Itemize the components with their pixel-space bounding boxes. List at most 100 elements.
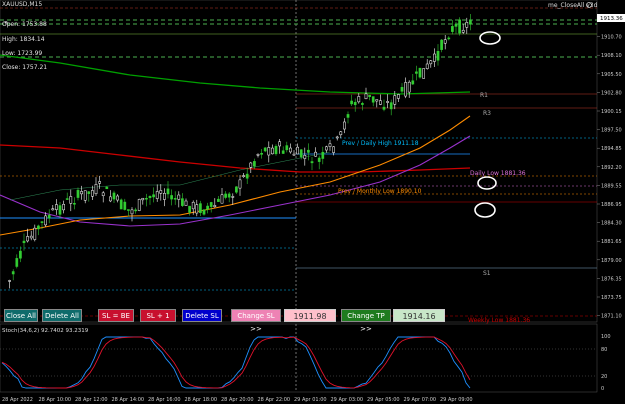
daily-low-label: Daily Low 1881.36 xyxy=(470,170,526,177)
candle-body xyxy=(440,39,443,50)
candle-body xyxy=(173,198,177,200)
candle-body xyxy=(375,99,379,102)
candle-body xyxy=(199,203,202,213)
candle-body xyxy=(80,191,83,195)
candle-body xyxy=(321,151,325,159)
candle-body xyxy=(368,94,371,97)
candle-body xyxy=(253,161,256,167)
candle-body xyxy=(62,204,65,211)
time-tick-label: 28 Apr 20:00 xyxy=(221,397,254,403)
candle-body xyxy=(425,63,429,69)
time-tick-label: 29 Apr 01:00 xyxy=(294,397,327,403)
delete-all-button[interactable]: Delete All xyxy=(42,309,82,322)
price-tick-label: 1871.10 xyxy=(601,314,622,320)
stoch-tick-label: 0 xyxy=(601,386,604,392)
candle-body xyxy=(343,121,346,130)
price-tick-label: 1873.75 xyxy=(601,295,622,301)
sl-value-field[interactable]: 1911.98 xyxy=(284,309,336,322)
candle-body xyxy=(389,102,393,110)
candle-body xyxy=(382,106,386,110)
candle-body xyxy=(231,196,235,198)
delete-sl-button[interactable]: Delete SL xyxy=(182,309,222,322)
candle-body xyxy=(94,184,98,194)
candle-body xyxy=(299,149,303,158)
candle-body xyxy=(148,195,152,198)
candle-body xyxy=(76,189,80,198)
time-tick-label: 28 Apr 10:00 xyxy=(39,397,72,403)
candle-body xyxy=(458,19,461,34)
price-tick-label: 1905.50 xyxy=(601,72,622,78)
candle-body xyxy=(400,87,404,92)
candle-body xyxy=(65,198,69,200)
candle-body xyxy=(40,221,44,223)
time-tick-label: 28 Apr 18:00 xyxy=(185,397,218,403)
candle-body xyxy=(19,250,22,259)
s1-label: S1 xyxy=(483,270,491,277)
price-tick-label: 1876.35 xyxy=(601,276,622,282)
candle-body xyxy=(451,26,454,32)
change-sl-button[interactable]: Change SL >> xyxy=(231,309,281,333)
candle-body xyxy=(112,192,116,200)
weekly-low-label: Weekly Low 1881.36 xyxy=(468,317,530,324)
candle-body xyxy=(137,199,141,211)
candle-body xyxy=(447,37,451,40)
candle-body xyxy=(184,200,188,206)
candle-body xyxy=(357,96,361,103)
candle-body xyxy=(325,146,328,151)
candle-body xyxy=(159,190,163,194)
change-tp-button[interactable]: Change TP >> xyxy=(341,309,391,333)
candle-body xyxy=(339,131,343,136)
candle-body xyxy=(415,71,418,74)
candle-body xyxy=(69,196,73,204)
candle-body xyxy=(91,190,94,197)
price-tick-label: 1884.30 xyxy=(601,221,622,227)
stoch-tick-label: 100 xyxy=(601,334,611,340)
candle-body xyxy=(134,209,137,212)
candle-body xyxy=(73,203,76,205)
candle-body xyxy=(235,186,238,193)
price-tick-label: 1894.85 xyxy=(601,146,622,152)
candle-body xyxy=(469,20,472,25)
time-tick-label: 29 Apr 05:00 xyxy=(367,397,400,403)
candle-body xyxy=(271,147,274,155)
candle-body xyxy=(328,143,332,147)
candle-body xyxy=(44,215,47,226)
candle-body xyxy=(386,101,389,103)
chart-canvas[interactable]: 1910.70 1908.10 1905.50 1902.80 1900.15 1897.… xyxy=(0,0,625,404)
candle-body xyxy=(436,51,440,61)
sl-plus1-button[interactable]: SL + 1 xyxy=(140,309,176,322)
candle-body xyxy=(317,157,321,162)
candle-body xyxy=(274,145,278,155)
candle-body xyxy=(11,271,15,275)
candle-body xyxy=(404,82,407,97)
candle-body xyxy=(267,147,271,156)
price-tick-label: 1889.55 xyxy=(601,183,622,189)
ohlc-close: Close: 1757.21 xyxy=(2,64,48,71)
close-all-button[interactable]: Close All xyxy=(4,309,38,322)
stoch-tick-label: 80 xyxy=(601,347,607,353)
candle-body xyxy=(130,209,134,215)
candle-body xyxy=(55,204,58,210)
candle-body xyxy=(289,147,292,153)
candle-body xyxy=(242,175,245,177)
candle-body xyxy=(209,202,213,207)
tp-value-field[interactable]: 1914.16 xyxy=(393,309,445,322)
candle-body xyxy=(83,190,87,201)
candle-body xyxy=(465,22,469,28)
candle-body xyxy=(116,195,119,201)
candle-body xyxy=(256,154,260,156)
time-tick-label: 28 Apr 12:00 xyxy=(75,397,108,403)
candle-body xyxy=(397,94,400,99)
candle-body xyxy=(411,80,415,85)
candle-body xyxy=(163,193,166,200)
current-price: 1913.36 xyxy=(600,16,623,22)
candle-body xyxy=(407,81,411,93)
sl-be-button[interactable]: SL = BE xyxy=(98,309,134,322)
time-tick-label: 29 Apr 07:00 xyxy=(404,397,437,403)
candle-body xyxy=(260,152,263,155)
r3-label: R3 xyxy=(483,110,491,117)
candle-body xyxy=(15,258,19,267)
candle-body xyxy=(346,114,350,118)
candle-body xyxy=(310,161,314,164)
price-tick-label: 1886.95 xyxy=(601,202,622,208)
